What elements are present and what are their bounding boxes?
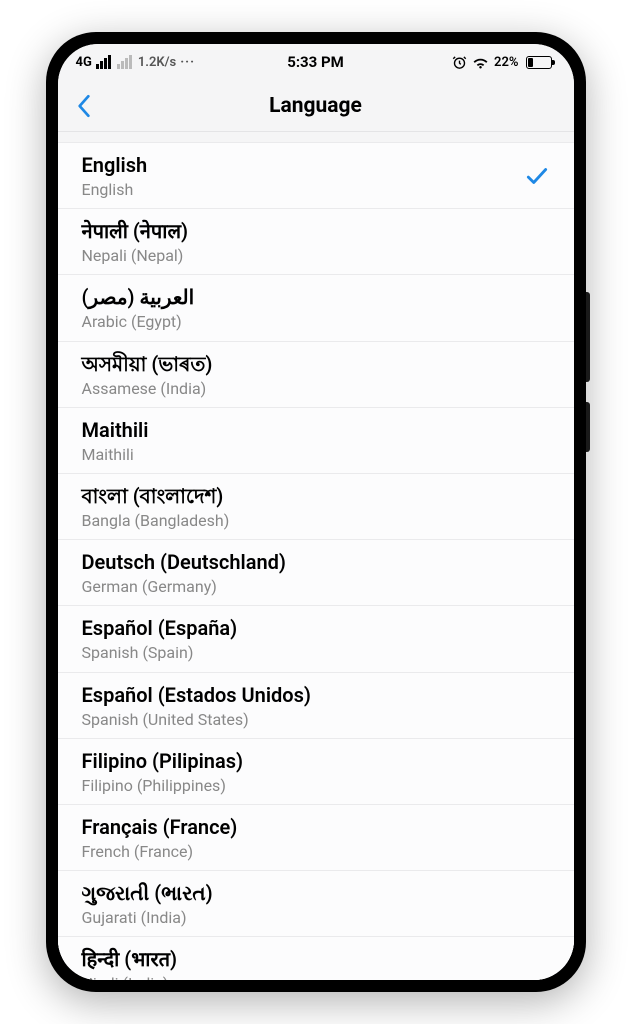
- status-bar: 4G 1.2K/s ··· 5:33 PM: [58, 44, 574, 80]
- language-option[interactable]: English English: [58, 143, 574, 209]
- battery-percent-label: 22%: [494, 55, 518, 70]
- language-native-label: Español (Estados Unidos): [82, 683, 311, 708]
- language-native-label: हिन्दी (भारत): [82, 947, 178, 972]
- language-english-label: Spanish (United States): [82, 710, 311, 729]
- language-option[interactable]: Français (France) French (France): [58, 805, 574, 871]
- language-option-text: नेपाली (नेपाल) Nepali (Nepal): [82, 219, 189, 265]
- phone-device-frame: 4G 1.2K/s ··· 5:33 PM: [46, 32, 586, 992]
- language-option-text: Filipino (Pilipinas) Filipino (Philippine…: [82, 749, 244, 795]
- language-option[interactable]: नेपाली (नेपाल) Nepali (Nepal): [58, 209, 574, 275]
- language-english-label: Arabic (Egypt): [82, 312, 195, 331]
- language-option-text: Maithili Maithili: [82, 418, 149, 464]
- language-english-label: Maithili: [82, 445, 149, 464]
- chevron-left-icon: [76, 93, 92, 119]
- language-option[interactable]: Filipino (Pilipinas) Filipino (Philippine…: [58, 739, 574, 805]
- status-bar-right: 22%: [452, 55, 551, 70]
- language-option-text: অসমীয়া (ভাৰত) Assamese (India): [82, 352, 213, 398]
- language-english-label: Gujarati (India): [82, 908, 213, 927]
- language-english-label: Hindi (India): [82, 974, 178, 980]
- language-option[interactable]: বাংলা (বাংলাদেশ) Bangla (Bangladesh): [58, 474, 574, 540]
- wifi-icon: [472, 55, 489, 70]
- language-native-label: বাংলা (বাংলাদেশ): [82, 484, 230, 509]
- content-area: English English नेपाली (नेपाल) Nepali (Nepa…: [58, 132, 574, 980]
- back-button[interactable]: [76, 93, 92, 119]
- language-option[interactable]: العربية (مصر) Arabic (Egypt): [58, 275, 574, 341]
- language-native-label: Filipino (Pilipinas): [82, 749, 244, 774]
- alarm-icon: [452, 55, 467, 70]
- language-native-label: Français (France): [82, 815, 238, 840]
- language-native-label: English: [82, 153, 148, 178]
- language-native-label: ગુજરાતી (ભારત): [82, 881, 213, 906]
- language-option[interactable]: हिन्दी (भारत) Hindi (India): [58, 937, 574, 980]
- more-icon: ···: [180, 55, 195, 70]
- language-option-text: বাংলা (বাংলাদেশ) Bangla (Bangladesh): [82, 484, 230, 530]
- page-title: Language: [58, 94, 574, 118]
- checkmark-icon: [524, 163, 550, 189]
- page-header: Language: [58, 80, 574, 132]
- clock-label: 5:33 PM: [287, 53, 344, 71]
- language-option[interactable]: Español (Estados Unidos) Spanish (United …: [58, 673, 574, 739]
- language-native-label: Español (España): [82, 616, 238, 641]
- battery-icon: [524, 56, 552, 69]
- language-option-text: ગુજરાતી (ભારત) Gujarati (India): [82, 881, 213, 927]
- language-option-text: English English: [82, 153, 148, 199]
- language-english-label: Bangla (Bangladesh): [82, 511, 230, 530]
- signal-secondary-icon: [117, 55, 132, 69]
- network-speed-label: 1.2K/s: [138, 55, 176, 70]
- language-option[interactable]: Español (España) Spanish (Spain): [58, 606, 574, 672]
- language-english-label: English: [82, 180, 148, 199]
- network-type-label: 4G: [76, 55, 92, 70]
- language-option-text: हिन्दी (भारत) Hindi (India): [82, 947, 178, 980]
- language-native-label: Maithili: [82, 418, 149, 443]
- language-native-label: Deutsch (Deutschland): [82, 550, 286, 575]
- signal-icon: [96, 55, 111, 69]
- language-english-label: French (France): [82, 842, 238, 861]
- language-option-text: Français (France) French (France): [82, 815, 238, 861]
- language-list: English English नेपाली (नेपाल) Nepali (Nepa…: [58, 142, 574, 980]
- language-native-label: অসমীয়া (ভাৰত): [82, 352, 213, 377]
- phone-screen: 4G 1.2K/s ··· 5:33 PM: [58, 44, 574, 980]
- language-english-label: Filipino (Philippines): [82, 776, 244, 795]
- language-english-label: Nepali (Nepal): [82, 246, 189, 265]
- language-option[interactable]: Deutsch (Deutschland) German (Germany): [58, 540, 574, 606]
- language-english-label: Spanish (Spain): [82, 643, 238, 662]
- language-native-label: العربية (مصر): [82, 285, 195, 310]
- language-option[interactable]: Maithili Maithili: [58, 408, 574, 474]
- language-english-label: Assamese (India): [82, 379, 213, 398]
- language-option-text: Deutsch (Deutschland) German (Germany): [82, 550, 286, 596]
- language-native-label: नेपाली (नेपाल): [82, 219, 189, 244]
- status-bar-left: 4G 1.2K/s ···: [76, 55, 196, 70]
- language-option[interactable]: অসমীয়া (ভাৰত) Assamese (India): [58, 342, 574, 408]
- language-english-label: German (Germany): [82, 577, 286, 596]
- language-option-text: Español (Estados Unidos) Spanish (United …: [82, 683, 311, 729]
- language-option-text: Español (España) Spanish (Spain): [82, 616, 238, 662]
- language-option-text: العربية (مصر) Arabic (Egypt): [82, 285, 195, 331]
- language-option[interactable]: ગુજરાતી (ભારત) Gujarati (India): [58, 871, 574, 937]
